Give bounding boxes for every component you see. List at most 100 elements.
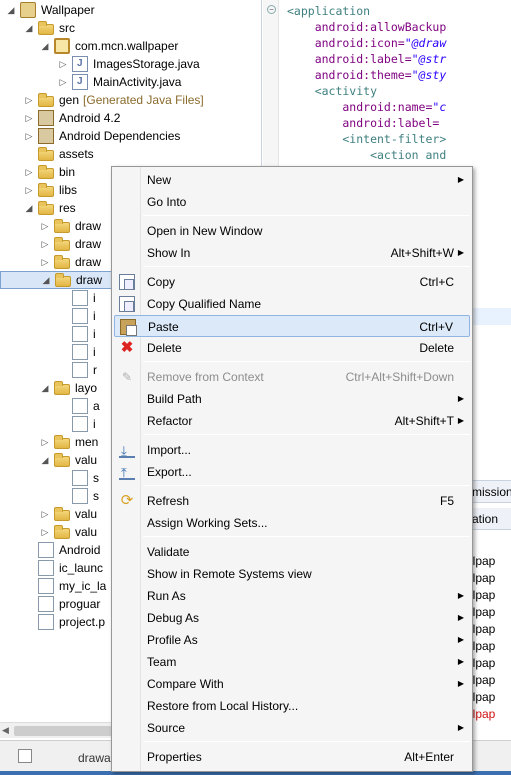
tree-item[interactable]: ◢ Wallpaper — [0, 1, 261, 19]
menu-item-show-in-remote-systems-view[interactable]: Show in Remote Systems view — [114, 563, 470, 585]
expand-arrow-icon[interactable]: ▷ — [40, 437, 50, 447]
menu-separator — [143, 741, 470, 742]
menu-item-go-into[interactable]: Go Into — [114, 191, 470, 213]
expand-arrow-icon[interactable]: ▷ — [40, 221, 50, 231]
expand-arrow-icon[interactable]: ▷ — [58, 59, 68, 69]
menu-item-label: New — [147, 173, 172, 187]
menu-item-restore-from-local-history[interactable]: Restore from Local History... — [114, 695, 470, 717]
menu-item-source[interactable]: Source ▶ — [114, 717, 470, 739]
tree-item[interactable]: ◢ src — [0, 19, 261, 37]
remove-context-icon: ✎ — [121, 370, 133, 384]
code-token: android:label= — [287, 116, 440, 130]
tree-item[interactable]: assets — [0, 145, 261, 163]
expand-arrow-icon[interactable]: ▷ — [24, 95, 34, 105]
submenu-arrow-icon: ▶ — [457, 175, 464, 184]
menu-item-show-in[interactable]: Show In Alt+Shift+W ▶ — [114, 242, 470, 264]
menu-item-refactor[interactable]: Refactor Alt+Shift+T ▶ — [114, 410, 470, 432]
menu-item-copy-qualified-name[interactable]: Copy Qualified Name — [114, 293, 470, 315]
tree-item-label: layo — [75, 381, 98, 395]
menu-item-run-as[interactable]: Run As ▶ — [114, 585, 470, 607]
collapse-arrow-icon[interactable]: ◢ — [24, 23, 34, 33]
expand-arrow-icon[interactable]: ▷ — [40, 509, 50, 519]
code-line: android:theme="@sty — [287, 67, 453, 83]
no-twisty — [58, 311, 68, 321]
menu-item-label: Team — [147, 655, 177, 669]
code-line: <intent-filter> — [287, 131, 453, 147]
expand-arrow-icon[interactable]: ▷ — [24, 167, 34, 177]
tree-item-label: i — [93, 345, 96, 359]
tree-item-label: i — [93, 309, 96, 323]
java-file-icon — [72, 56, 88, 72]
expand-arrow-icon[interactable]: ▷ — [24, 185, 34, 195]
menu-item-shortcut: Delete — [419, 341, 454, 355]
menu-item-team[interactable]: Team ▶ — [114, 651, 470, 673]
paste-icon — [120, 319, 137, 336]
menu-item-copy[interactable]: Copy Ctrl+C — [114, 271, 470, 293]
tree-item[interactable]: ▷ ImagesStorage.java — [0, 55, 261, 73]
menu-item-export[interactable]: Export... — [114, 461, 470, 484]
expand-arrow-icon[interactable]: ▷ — [24, 113, 34, 123]
folder-icon — [54, 435, 70, 449]
collapse-arrow-icon[interactable]: ◢ — [40, 455, 50, 465]
menu-item-label: Export... — [147, 465, 192, 479]
collapse-arrow-icon[interactable]: ◢ — [6, 5, 16, 15]
menu-item-delete[interactable]: ✖ Delete Delete — [114, 337, 470, 359]
menu-item-label: Copy Qualified Name — [147, 297, 262, 311]
menu-item-build-path[interactable]: Build Path ▶ — [114, 388, 470, 410]
fast-view-icon[interactable] — [18, 749, 32, 763]
menu-item-label: Compare With — [147, 677, 224, 691]
code-token: android:icon= — [287, 36, 405, 50]
no-twisty — [24, 617, 34, 627]
collapse-arrow-icon[interactable]: ◢ — [40, 383, 50, 393]
menu-item-label: Show In — [147, 246, 191, 260]
menu-item-label: Refactor — [147, 414, 193, 428]
expand-arrow-icon[interactable]: ▷ — [58, 77, 68, 87]
menu-item-compare-with[interactable]: Compare With ▶ — [114, 673, 470, 695]
fold-collapse-icon[interactable]: − — [267, 5, 276, 14]
menu-item-label: Validate — [147, 545, 190, 559]
menu-item-debug-as[interactable]: Debug As ▶ — [114, 607, 470, 629]
bottom-panel: mission ation llpap llpap llpap llpap llpap llp… — [470, 480, 511, 740]
tree-item-label: s — [93, 471, 99, 485]
tree-item[interactable]: ▷ MainActivity.java — [0, 73, 261, 91]
expand-arrow-icon[interactable]: ▷ — [40, 257, 50, 267]
code-token: "@sty — [411, 68, 447, 82]
menu-item-profile-as[interactable]: Profile As ▶ — [114, 629, 470, 651]
panel-tab[interactable]: ation — [470, 508, 511, 530]
code-token: <activity — [287, 84, 378, 98]
tree-item-label: proguar — [59, 597, 101, 611]
expand-arrow-icon[interactable]: ▷ — [40, 527, 50, 537]
tree-item[interactable]: ▷ Android Dependencies — [0, 127, 261, 145]
library-icon — [38, 110, 54, 126]
collapse-arrow-icon[interactable]: ◢ — [40, 41, 50, 51]
menu-item-new[interactable]: New ▶ — [114, 169, 470, 191]
panel-tab[interactable]: mission — [470, 481, 511, 503]
menu-item-label: Remove from Context — [147, 370, 264, 384]
menu-item-paste[interactable]: Paste Ctrl+V — [114, 315, 470, 337]
menu-item-label: Delete — [147, 341, 182, 355]
menu-item-validate[interactable]: Validate — [114, 541, 470, 563]
menu-item-shortcut: Alt+Shift+T — [394, 414, 454, 428]
menu-separator — [143, 536, 470, 537]
expand-arrow-icon[interactable]: ▷ — [24, 131, 34, 141]
collapse-arrow-icon[interactable]: ◢ — [41, 275, 51, 285]
tree-item[interactable]: ▷ Android 4.2 — [0, 109, 261, 127]
menu-item-properties[interactable]: Properties Alt+Enter — [114, 746, 470, 768]
expand-arrow-icon[interactable]: ▷ — [40, 239, 50, 249]
menu-item-shortcut: Ctrl+Alt+Shift+Down — [345, 370, 454, 384]
menu-item-open-in-new-window[interactable]: Open in New Window — [114, 220, 470, 242]
collapse-arrow-icon[interactable]: ◢ — [24, 203, 34, 213]
menu-item-label: Run As — [147, 589, 186, 603]
menu-item-assign-working-sets[interactable]: Assign Working Sets... — [114, 512, 470, 534]
tree-item[interactable]: ▷ gen [Generated Java Files] — [0, 91, 261, 109]
tree-item[interactable]: ◢ com.mcn.wallpaper — [0, 37, 261, 55]
menu-item-import[interactable]: Import... — [114, 439, 470, 462]
code-token: android:label= — [287, 52, 412, 66]
menu-item-refresh[interactable]: ⟳ Refresh F5 — [114, 490, 470, 512]
log-line: llpap — [470, 588, 496, 602]
log-line: llpap — [470, 656, 496, 670]
import-icon — [119, 440, 135, 462]
tree-item-label: gen — [59, 93, 80, 107]
menu-item-shortcut: Ctrl+C — [419, 275, 454, 289]
scroll-left-icon[interactable]: ◀ — [2, 725, 9, 736]
